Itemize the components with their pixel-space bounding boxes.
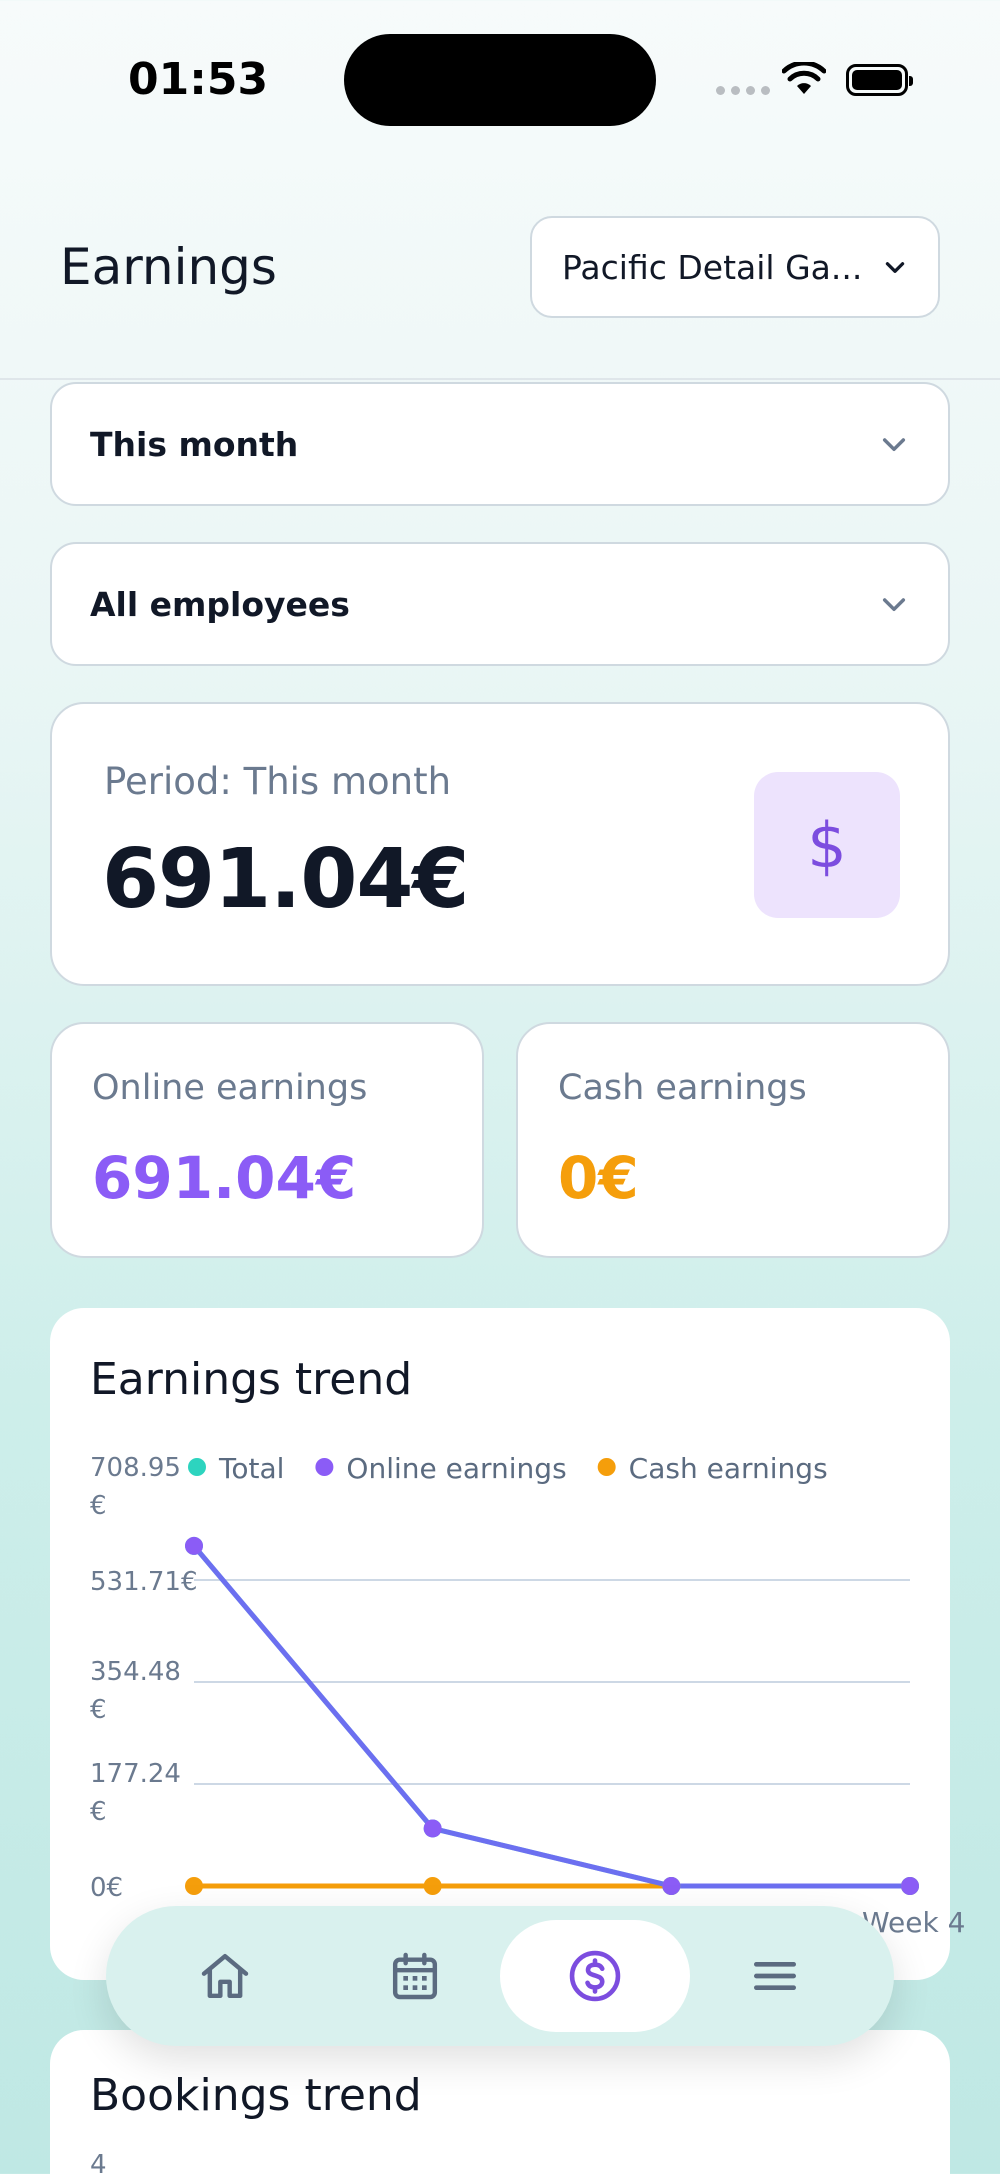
dollar-icon: $ [754, 772, 900, 918]
legend-marker-1 [315, 1458, 334, 1476]
nav-home[interactable] [130, 1920, 320, 2032]
y-tick-label-2: € [90, 1695, 107, 1725]
employee-select[interactable]: All employees [50, 542, 950, 666]
chevron-down-icon [882, 438, 906, 452]
bookings-trend-card: Bookings trend 4 [50, 2030, 950, 2174]
workspace-select-value: Pacific Detail Ga... [562, 247, 863, 287]
y-tick-label-0: 0€ [90, 1873, 123, 1903]
nav-earnings[interactable] [500, 1920, 690, 2032]
cellular-signal-icon [716, 86, 770, 95]
period-select[interactable]: This month [50, 382, 950, 506]
home-icon [201, 1953, 249, 1999]
period-select-value: This month [90, 424, 299, 464]
earnings-trend-card: Earnings trend Total Online earnings Cash … [50, 1308, 965, 1980]
data-point-s1-0 [185, 1536, 203, 1555]
earnings-trend-chart: Total Online earnings Cash earnings 0€ 177.2… [90, 1452, 965, 1939]
workspace-select[interactable]: Pacific Detail Ga... [530, 216, 940, 318]
y-tick-label-1: € [90, 1797, 107, 1827]
data-point-s1-2 [662, 1877, 681, 1895]
battery-icon [846, 64, 913, 96]
dollar-circle-icon [569, 1950, 621, 2002]
page-header: Earnings Pacific Detail Ga... [0, 160, 1000, 380]
period-summary-card: Period: This month 691.04€ $ [50, 702, 950, 986]
legend-marker-0 [188, 1458, 206, 1476]
period-label: Period: This month [104, 760, 452, 803]
bottom-navigation [106, 1906, 894, 2046]
series-line-1 [192, 1544, 910, 1889]
legend-label-2: Cash earnings [629, 1452, 828, 1485]
employee-select-value: All employees [90, 584, 350, 624]
page-title: Earnings [60, 238, 277, 296]
bookings-y-tick: 4 [90, 2150, 107, 2174]
total-earnings-amount: 691.04€ [102, 832, 469, 927]
nav-calendar[interactable] [320, 1920, 510, 2032]
online-earnings-value: 691.04€ [92, 1144, 357, 1212]
online-earnings-label: Online earnings [92, 1068, 368, 1108]
status-bar: 01:53 [0, 0, 1000, 160]
data-point-s1-3 [901, 1877, 919, 1895]
cash-earnings-card: Cash earnings 0€ [516, 1022, 950, 1258]
data-point-s1-1 [423, 1819, 442, 1838]
calendar-icon [392, 1952, 438, 2000]
data-point-s2-0 [185, 1877, 203, 1895]
bookings-trend-title: Bookings trend [90, 2070, 422, 2121]
legend-label-0: Total [218, 1452, 284, 1485]
data-point-s2-1 [423, 1877, 442, 1895]
legend-marker-2 [597, 1458, 616, 1476]
chevron-down-icon [882, 598, 906, 612]
cash-earnings-label: Cash earnings [558, 1068, 807, 1108]
y-tick-label-4: 708.95 [90, 1453, 181, 1483]
cash-earnings-value: 0€ [558, 1144, 639, 1212]
y-tick-label-4: € [90, 1491, 107, 1521]
y-tick-label-3: 531.71€ [90, 1567, 198, 1597]
wifi-icon [782, 62, 826, 94]
y-tick-label-2: 354.48 [90, 1657, 181, 1687]
series-line-0 [192, 1544, 910, 1889]
online-earnings-card: Online earnings 691.04€ [50, 1022, 484, 1258]
status-time: 01:53 [128, 54, 269, 105]
nav-menu[interactable] [680, 1920, 870, 2032]
y-tick-label-1: 177.24 [90, 1759, 181, 1789]
menu-icon [754, 1962, 796, 1990]
legend-label-1: Online earnings [346, 1452, 566, 1485]
dynamic-island [344, 34, 656, 126]
chevron-down-icon [885, 262, 905, 273]
